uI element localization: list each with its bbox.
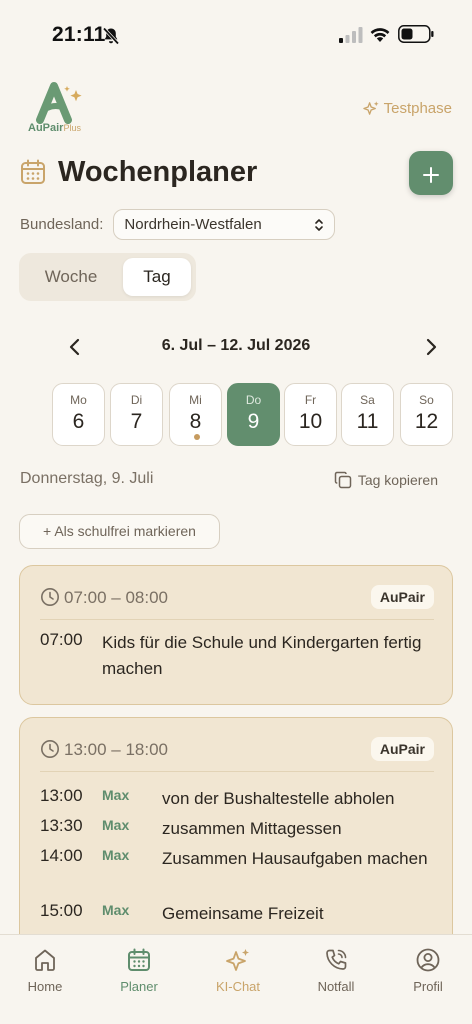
day-tue[interactable]: Di 7	[110, 383, 163, 446]
clock-icon	[41, 740, 59, 758]
title-row: Wochenplaner	[0, 150, 472, 200]
entry-time: 13:00	[40, 786, 83, 805]
plus-icon	[423, 167, 439, 184]
entry-person: Max	[102, 902, 130, 918]
state-value: Nordrhein-Westfalen	[124, 215, 262, 233]
app-logo[interactable]: AuPairPlus	[26, 80, 96, 138]
status-bar: 21:11	[0, 0, 472, 70]
selected-date: Donnerstag, 9. Juli	[20, 470, 154, 487]
add-entry-button[interactable]	[409, 151, 453, 195]
entry-time: 13:30	[40, 816, 83, 835]
tab-profile[interactable]: Profil	[383, 947, 472, 994]
entry-text: Gemeinsame Freizeit	[162, 904, 324, 923]
chevron-right-icon[interactable]	[420, 336, 442, 358]
entry-text: von der Bushaltestelle abholen	[162, 789, 395, 808]
entry-person: Max	[102, 787, 130, 803]
time-range: 07:00 – 08:00	[64, 588, 168, 607]
day-sun[interactable]: So 12	[400, 383, 453, 446]
time-block-header: 07:00 – 08:00 AuPair	[40, 585, 434, 620]
entry-time: 14:00	[40, 846, 83, 865]
selected-date-row: Donnerstag, 9. Juli Tag kopieren	[20, 470, 452, 494]
time-block-header: 13:00 – 18:00 AuPair	[40, 737, 434, 772]
page-title: Wochenplaner	[58, 156, 258, 188]
week-range: 6. Jul – 12. Jul 2026	[161, 337, 311, 354]
entry-text: Kids für die Schule und Kindergarten fer…	[102, 633, 422, 678]
view-toggle: Woche Tag	[19, 253, 196, 301]
day-fri[interactable]: Fr 10	[284, 383, 337, 446]
time-block-card[interactable]: 07:00 – 08:00 AuPair 07:00 Kids für die …	[19, 565, 453, 705]
mark-schoolfree-button[interactable]: + Als schulfrei markieren	[19, 514, 220, 549]
user-circle-icon	[416, 948, 440, 972]
calendar-icon	[21, 159, 45, 184]
bottom-tab-bar: Home Planer KI-Chat Notfall Profil	[0, 934, 472, 1024]
day-thu[interactable]: Do 9	[227, 383, 280, 446]
tab-emergency[interactable]: Notfall	[291, 947, 381, 994]
tab-day[interactable]: Tag	[123, 258, 191, 296]
entry-person: Max	[102, 817, 130, 833]
week-navigation: 6. Jul – 12. Jul 2026	[0, 332, 472, 362]
logo-a-icon	[36, 82, 82, 124]
wifi-icon	[370, 28, 390, 42]
battery-icon	[398, 25, 434, 43]
state-label: Bundesland:	[20, 215, 104, 233]
assignee-badge: AuPair	[370, 585, 434, 609]
state-filter: Bundesland: Nordrhein-Westfalen	[20, 208, 336, 240]
tab-ai-chat[interactable]: KI-Chat	[193, 947, 283, 994]
entry-time: 07:00	[40, 630, 83, 649]
app-header: AuPairPlus Testphase	[0, 80, 472, 140]
phone-ringing-icon	[326, 949, 347, 970]
state-select[interactable]: Nordrhein-Westfalen	[113, 208, 336, 240]
copy-day-button[interactable]: Tag kopieren	[334, 471, 438, 489]
time-range: 13:00 – 18:00	[64, 740, 168, 759]
tab-home[interactable]: Home	[0, 947, 90, 994]
entry-person: Max	[102, 847, 130, 863]
entry-text: Zusammen Hausaufgaben machen	[162, 849, 428, 868]
trial-badge[interactable]: Testphase	[362, 100, 452, 117]
copy-icon	[334, 471, 352, 489]
sparkle-icon	[362, 101, 379, 115]
trial-label: Testphase	[383, 100, 452, 117]
chevron-updown-icon	[315, 218, 324, 231]
logo-wordmark: AuPairPlus	[28, 122, 81, 134]
calendar-icon	[128, 948, 150, 971]
day-sat[interactable]: Sa 11	[341, 383, 394, 446]
status-time: 21:11	[52, 23, 106, 46]
home-icon	[35, 949, 55, 971]
bell-muted-icon	[102, 27, 120, 45]
assignee-badge: AuPair	[370, 737, 434, 761]
cellular-signal-icon	[339, 27, 363, 43]
clock-icon	[41, 588, 59, 606]
sparkle-icon	[226, 949, 249, 971]
event-dot	[194, 434, 200, 440]
day-mon[interactable]: Mo 6	[52, 383, 105, 446]
day-wed[interactable]: Mi 8	[169, 383, 222, 446]
tab-week[interactable]: Woche	[27, 258, 115, 296]
entry-text: zusammen Mittagessen	[162, 819, 342, 838]
tab-planner[interactable]: Planer	[94, 947, 184, 994]
entry-time: 15:00	[40, 901, 83, 920]
copy-day-label: Tag kopieren	[357, 472, 438, 488]
